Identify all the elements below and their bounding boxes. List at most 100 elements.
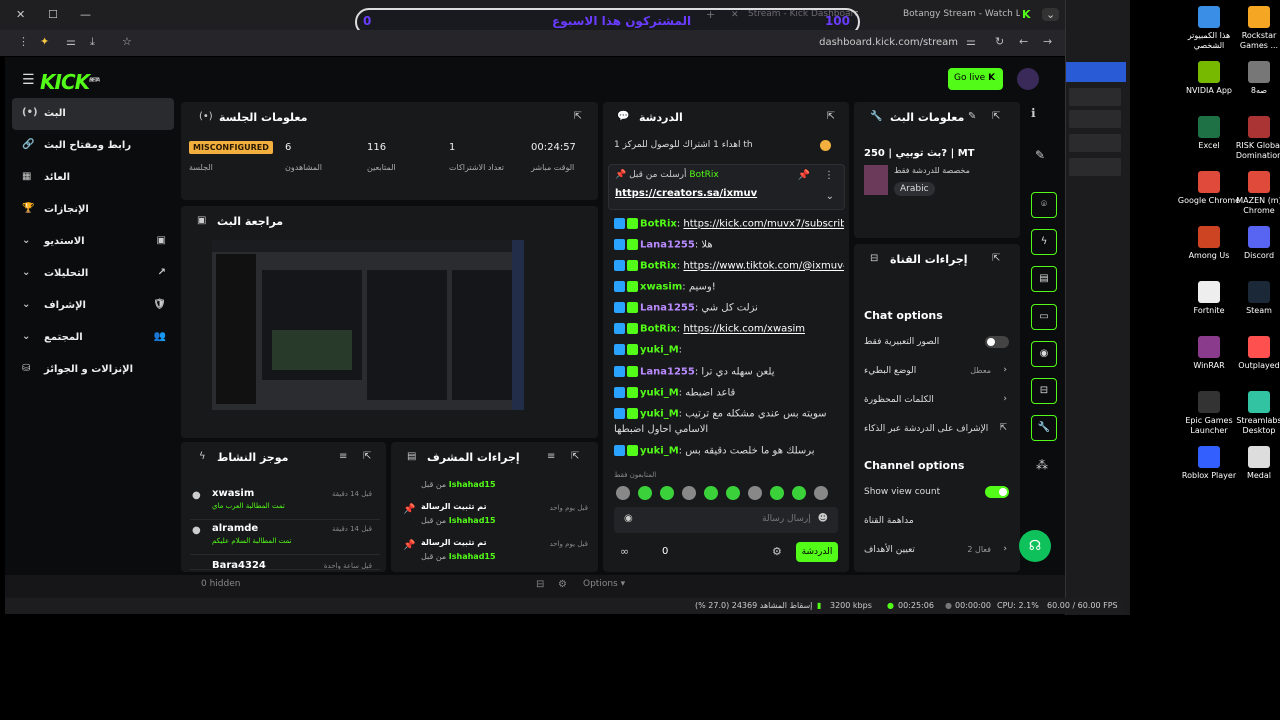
user-avatar[interactable] — [1017, 68, 1039, 90]
close-window-icon[interactable]: ✕ — [16, 8, 25, 21]
forward-icon[interactable]: → — [1043, 35, 1052, 48]
dots-icon[interactable]: ⁂ — [1036, 458, 1048, 472]
desktop-shortcut[interactable]: Rockstar Games ... — [1227, 6, 1280, 51]
kick-logo[interactable]: KICKBETA — [40, 70, 100, 94]
tab-botangy-stream[interactable]: Botangy Stream - Watch Live o — [895, 4, 1020, 26]
expand-icon[interactable]: ⇱ — [992, 111, 1000, 122]
emote-icon[interactable] — [660, 486, 674, 500]
chat-link[interactable]: https://kick.com/xwasim — [683, 324, 805, 335]
chat-message[interactable]: BotRix: https://www.tiktok.com/@ixmuv4 — [614, 260, 844, 278]
rail-chat-button[interactable]: ▭ — [1031, 304, 1057, 330]
maximize-icon[interactable]: ☐ — [48, 8, 58, 21]
rail-doc-button[interactable]: ▤ — [1031, 266, 1057, 292]
info-icon[interactable]: ℹ — [1031, 106, 1036, 120]
emote-icon[interactable] — [616, 486, 630, 500]
download-icon[interactable]: ⤓ — [90, 35, 95, 49]
nav-item-revenue[interactable]: ▦ العائد — [12, 162, 174, 194]
rail-focus-button[interactable]: ⌾ — [1031, 192, 1057, 218]
site-settings-icon[interactable]: ⚌ — [966, 35, 976, 48]
layout-icon[interactable]: ⊟ — [536, 579, 544, 590]
setting-row[interactable]: الإشراف على الدردشة عبر الذكاء ⇱ — [864, 421, 1009, 441]
nav-item-stream[interactable]: (•) البث — [12, 98, 174, 130]
tab-list-icon[interactable]: ⌄ — [1042, 8, 1060, 21]
setting-row[interactable]: Show view count — [864, 484, 1009, 504]
toggle-switch[interactable] — [985, 486, 1009, 498]
setting-row[interactable]: مداهمة القناة — [864, 513, 1009, 533]
chat-username[interactable]: yuki_M — [640, 345, 679, 356]
chat-message[interactable]: BotRix: https://kick.com/muvx7/subscribe — [614, 218, 844, 236]
settings-icon[interactable]: ⚙ — [558, 579, 567, 590]
pinned-link[interactable]: https://creators.sa/ixmuv — [615, 188, 757, 199]
extension-icon[interactable]: ✦ — [40, 35, 49, 48]
chat-message[interactable]: yuki_M: برسلك هو ما خلصت دقيقه بس — [614, 445, 844, 463]
expand-icon[interactable]: ⇱ — [574, 111, 582, 122]
reload-icon[interactable]: ↻ — [995, 35, 1004, 48]
chat-username[interactable]: yuki_M — [640, 388, 679, 399]
desktop-shortcut[interactable]: Streamlabs Desktop — [1227, 391, 1280, 436]
more-options-icon[interactable]: ⋮ — [824, 170, 834, 181]
star-icon[interactable]: ☆ — [122, 35, 132, 48]
emote-icon[interactable] — [682, 486, 696, 500]
rail-actions-button[interactable]: ⊟ — [1031, 378, 1057, 404]
pen-icon[interactable]: ✎ — [1035, 148, 1045, 162]
setting-row[interactable]: الوضع البطيء معطل › — [864, 363, 1009, 383]
chat-username[interactable]: xwasim — [640, 282, 682, 293]
nav-item-moderation[interactable]: ⌄ الإشراف 🛡 — [12, 290, 174, 322]
setting-row[interactable]: تعيين الأهداف فعال 2 › — [864, 542, 1009, 562]
emote-icon[interactable] — [704, 486, 718, 500]
stream-preview[interactable] — [212, 240, 524, 410]
emote-icon[interactable] — [726, 486, 740, 500]
nav-item-stream-key[interactable]: 🔗 رابط ومفتاح البث — [12, 130, 174, 162]
back-icon[interactable]: ← — [1019, 35, 1028, 48]
menu-dots-icon[interactable]: ⋮ — [18, 35, 29, 48]
expand-icon[interactable]: ⇱ — [992, 253, 1000, 264]
chat-input[interactable]: ◉ إرسال رسالة ☻ — [614, 507, 838, 533]
support-chat-button[interactable]: ☊ — [1019, 530, 1051, 562]
minimize-icon[interactable]: — — [80, 8, 91, 21]
go-live-button[interactable]: Go live K — [948, 68, 1003, 90]
toggle-switch[interactable] — [985, 336, 1009, 348]
nav-item-community[interactable]: ⌄ المجتمع 👥 — [12, 322, 174, 354]
nav-item-achievements[interactable]: 🏆 الإنجازات — [12, 194, 174, 226]
chat-message[interactable]: Lana1255: هلا — [614, 239, 844, 257]
expand-icon[interactable]: ⇱ — [827, 111, 835, 122]
chat-message[interactable]: yuki_M: — [614, 344, 844, 362]
filter-icon[interactable]: ≡ — [547, 451, 555, 462]
expand-icon[interactable]: ⇱ — [363, 451, 371, 462]
chat-message[interactable]: Lana1255: يلعن سهله دي ترا — [614, 366, 844, 384]
chat-username[interactable]: Lana1255 — [640, 367, 695, 378]
activity-item[interactable]: Bara4324 قبل ساعة واحدة — [190, 556, 380, 570]
chat-link[interactable]: https://kick.com/muvx7/subscribe — [683, 219, 844, 230]
chevron-down-icon[interactable]: ⌄ — [826, 191, 834, 202]
pinned-message[interactable]: 📌 أرسلت من قبل BotRix https://creators.s… — [608, 164, 845, 210]
chat-message[interactable]: BotRix: https://kick.com/xwasim — [614, 323, 844, 341]
setting-row[interactable]: الصور التعبيرية فقط — [864, 334, 1009, 354]
gear-icon[interactable]: ⚙ — [772, 545, 782, 558]
desktop-shortcut[interactable]: Medal — [1227, 446, 1280, 481]
emote-icon[interactable] — [638, 486, 652, 500]
emote-icon[interactable] — [814, 486, 828, 500]
chat-username[interactable]: BotRix — [640, 261, 677, 272]
setting-row[interactable]: الكلمات المحظورة › — [864, 392, 1009, 412]
chat-username[interactable]: yuki_M — [640, 409, 679, 420]
rail-live-button[interactable]: ◉ — [1031, 341, 1057, 367]
chat-username[interactable]: BotRix — [640, 219, 677, 230]
hamburger-menu-icon[interactable]: ☰ — [22, 72, 35, 88]
chat-message[interactable]: Lana1255: نزلت كل شي — [614, 302, 844, 320]
chat-username[interactable]: yuki_M — [640, 446, 679, 457]
desktop-shortcut[interactable]: Steam — [1227, 281, 1280, 316]
smile-icon[interactable]: ☻ — [818, 513, 828, 524]
chat-username[interactable]: Lana1255 — [640, 303, 695, 314]
chat-message[interactable]: xwasim: وسيم! — [614, 281, 844, 299]
emote-icon[interactable] — [770, 486, 784, 500]
chat-message[interactable]: yuki_M: قاعد اضبطه — [614, 387, 844, 405]
expand-icon[interactable]: ⇱ — [571, 451, 579, 462]
chat-link[interactable]: https://www.tiktok.com/@ixmuv4 — [683, 261, 844, 272]
send-chat-button[interactable]: الدردشة — [796, 542, 838, 562]
edit-icon[interactable]: ✎ — [968, 111, 976, 122]
emoji-icon[interactable]: ◉ — [624, 513, 633, 524]
url-field[interactable]: dashboard.kick.com/stream — [819, 37, 958, 48]
desktop-shortcut[interactable]: 8صه — [1227, 61, 1280, 96]
emote-icon[interactable] — [792, 486, 806, 500]
rail-wrench-button[interactable]: 🔧 — [1031, 415, 1057, 441]
